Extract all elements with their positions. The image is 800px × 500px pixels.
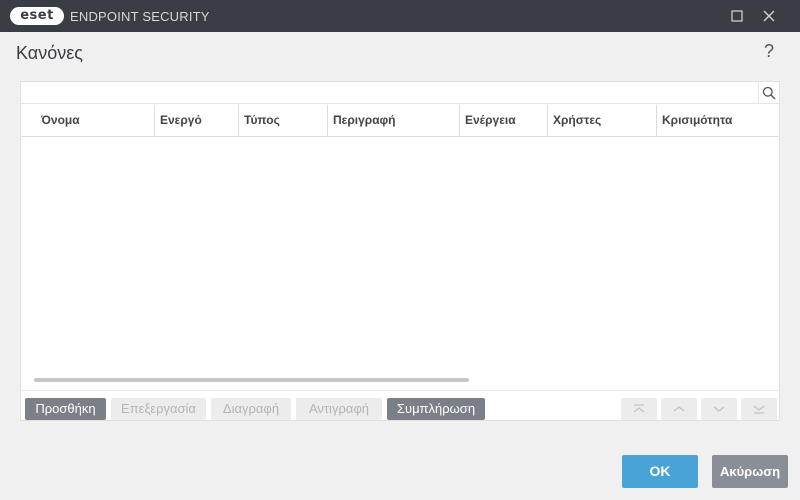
search-bar [21, 82, 779, 104]
product-name: ENDPOINT SECURITY [70, 9, 210, 24]
add-button[interactable]: Προσθήκη [25, 398, 106, 420]
title-bar: eset ENDPOINT SECURITY [0, 0, 800, 32]
help-button[interactable]: ? [764, 41, 774, 62]
eset-logo: eset [10, 7, 64, 25]
move-down-button [701, 398, 737, 420]
cancel-button[interactable]: Ακύρωση [712, 455, 788, 488]
delete-button: Διαγραφή [211, 398, 291, 420]
move-down-icon [713, 406, 725, 412]
maximize-icon [731, 10, 743, 22]
table-header: Όνομα Ενεργό Τύπος Περιγραφή Ενέργεια Χρ… [21, 105, 779, 137]
page-title: Κανόνες [16, 43, 83, 63]
copy-button: Αντιγραφή [296, 398, 382, 420]
move-top-button [621, 398, 657, 420]
horizontal-scrollbar[interactable] [34, 378, 469, 382]
rules-panel: Όνομα Ενεργό Τύπος Περιγραφή Ενέργεια Χρ… [20, 81, 780, 421]
search-button[interactable] [758, 82, 779, 103]
maximize-button[interactable] [720, 0, 754, 32]
close-button[interactable] [752, 0, 786, 32]
move-up-button [661, 398, 697, 420]
close-icon [763, 10, 775, 22]
column-header-severity[interactable]: Κρισιμότητα [656, 105, 779, 136]
move-bottom-button [741, 398, 777, 420]
column-header-users[interactable]: Χρήστες [547, 105, 656, 136]
populate-button[interactable]: Συμπλήρωση [387, 398, 485, 420]
move-bottom-icon [753, 405, 765, 414]
rules-toolbar: Προσθήκη Επεξεργασία Διαγραφή Αντιγραφή … [21, 390, 779, 421]
column-header-description[interactable]: Περιγραφή [327, 105, 459, 136]
edit-button: Επεξεργασία [111, 398, 206, 420]
column-header-action[interactable]: Ενέργεια [459, 105, 547, 136]
column-header-name[interactable]: Όνομα [21, 105, 154, 136]
search-input[interactable] [21, 82, 757, 103]
column-header-enabled[interactable]: Ενεργό [154, 105, 238, 136]
move-top-icon [633, 404, 645, 413]
ok-button[interactable]: OK [622, 455, 698, 488]
search-icon [762, 86, 776, 100]
move-up-icon [673, 406, 685, 412]
column-header-type[interactable]: Τύπος [238, 105, 327, 136]
